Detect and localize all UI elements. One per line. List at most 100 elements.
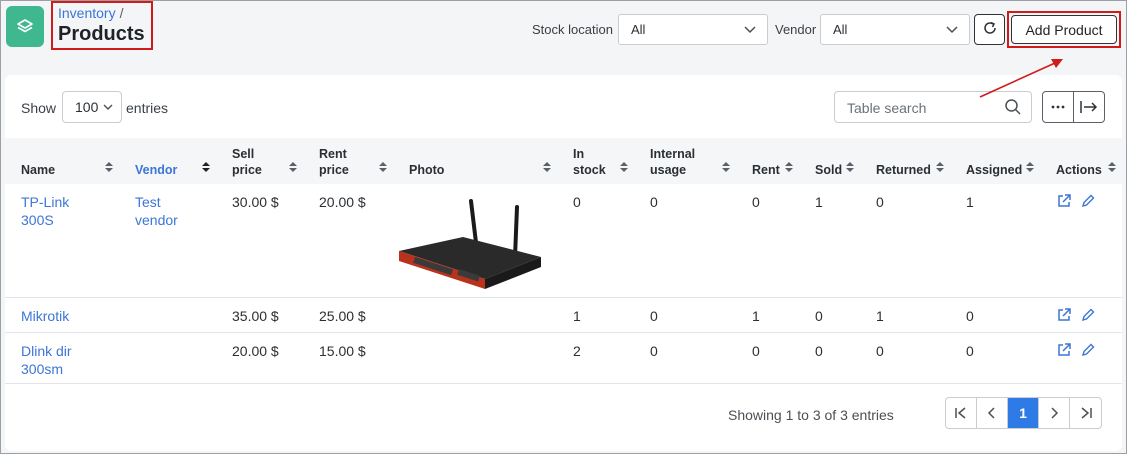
sold-count: 1 — [799, 184, 860, 298]
product-photo — [393, 332, 557, 384]
search-icon[interactable] — [1004, 98, 1022, 119]
col-internal-usage[interactable]: Internal usage — [634, 138, 736, 184]
add-product-button[interactable]: Add Product — [1011, 15, 1117, 44]
show-label: Show — [21, 100, 57, 116]
chevron-down-icon — [743, 22, 757, 39]
stock-location-value: All — [631, 22, 646, 37]
products-table: Name Vendor Sell price Rent price Photo … — [5, 138, 1122, 384]
vendor-cell — [119, 297, 216, 333]
assigned-count: 0 — [950, 332, 1040, 384]
sort-icon — [1026, 160, 1034, 176]
table-search-input[interactable]: Table search — [834, 91, 1032, 123]
sell-price: 20.00 $ — [216, 332, 303, 384]
returned-count: 0 — [860, 184, 950, 298]
stock-location-select[interactable]: All — [618, 14, 768, 45]
col-vendor[interactable]: Vendor — [119, 138, 216, 184]
more-icon[interactable] — [1043, 92, 1073, 122]
chevron-down-icon — [945, 22, 959, 39]
col-rent-price[interactable]: Rent price — [303, 138, 393, 184]
router-photo — [399, 199, 541, 289]
in-stock: 2 — [557, 332, 634, 384]
edit-icon[interactable] — [1080, 193, 1096, 213]
sort-icon — [620, 160, 628, 176]
vendor-value: All — [833, 22, 848, 37]
returned-count: 1 — [860, 297, 950, 333]
vendor-cell — [119, 332, 216, 384]
edit-icon[interactable] — [1080, 307, 1096, 327]
edit-icon[interactable] — [1080, 342, 1096, 362]
rent-count: 0 — [736, 184, 799, 298]
refresh-button[interactable] — [974, 14, 1005, 45]
products-card: Show 100 entries Table search Name Vendo… — [5, 75, 1122, 451]
in-stock: 0 — [557, 184, 634, 298]
sort-icon — [379, 160, 387, 176]
col-in-stock[interactable]: In stock — [557, 138, 634, 184]
col-actions: Actions — [1040, 138, 1122, 184]
in-stock: 1 — [557, 297, 634, 333]
sold-count: 0 — [799, 297, 860, 333]
col-assigned[interactable]: Assigned — [950, 138, 1040, 184]
col-returned[interactable]: Returned — [860, 138, 950, 184]
prev-page-icon[interactable] — [977, 398, 1008, 428]
table-row: TP-Link 300S Test vendor 30.00 $ 20.00 $ — [5, 184, 1122, 298]
stock-location-label: Stock location — [532, 22, 613, 37]
app-frame: Inventory / Products Stock location All … — [0, 0, 1127, 454]
rent-price: 15.00 $ — [303, 332, 393, 384]
export-icon[interactable] — [1073, 92, 1104, 122]
sell-price: 30.00 $ — [216, 184, 303, 298]
col-rent[interactable]: Rent — [736, 138, 799, 184]
vendor-label: Vendor — [775, 22, 817, 37]
sold-count: 0 — [799, 332, 860, 384]
rent-count: 1 — [736, 297, 799, 333]
table-row: Mikrotik 35.00 $ 25.00 $ 1 0 1 0 1 0 — [5, 297, 1122, 333]
first-page-icon[interactable] — [946, 398, 977, 428]
product-photo — [393, 184, 557, 298]
table-header-row: Name Vendor Sell price Rent price Photo … — [5, 138, 1122, 184]
entries-select[interactable]: 100 — [62, 91, 122, 123]
last-page-icon[interactable] — [1070, 398, 1101, 428]
add-product-highlight: Add Product — [1007, 11, 1121, 48]
returned-count: 0 — [860, 332, 950, 384]
sort-icon — [1108, 160, 1116, 176]
internal-usage: 0 — [634, 332, 736, 384]
layers-icon[interactable] — [6, 6, 44, 47]
entries-label: entries — [126, 100, 169, 116]
sort-icon — [289, 160, 297, 176]
page-button-current[interactable]: 1 — [1008, 398, 1039, 428]
product-name-link[interactable]: Dlink dir 300sm — [21, 342, 91, 378]
product-name-link[interactable]: TP-Link 300S — [21, 193, 81, 229]
product-photo — [393, 297, 557, 333]
table-tools — [1042, 91, 1105, 123]
open-icon[interactable] — [1056, 193, 1072, 213]
product-name-link[interactable]: Mikrotik — [21, 308, 69, 324]
internal-usage: 0 — [634, 297, 736, 333]
search-placeholder: Table search — [847, 100, 927, 116]
sort-icon — [936, 160, 944, 176]
sort-icon — [846, 160, 854, 176]
rent-count: 0 — [736, 332, 799, 384]
chevron-down-icon — [102, 100, 114, 116]
breadcrumb-inventory[interactable]: Inventory — [58, 5, 116, 21]
sort-icon — [543, 160, 551, 176]
sell-price: 35.00 $ — [216, 297, 303, 333]
rent-price: 20.00 $ — [303, 184, 393, 298]
vendor-select[interactable]: All — [820, 14, 970, 45]
breadcrumb-separator: / — [119, 5, 124, 21]
assigned-count: 0 — [950, 297, 1040, 333]
sort-icon — [785, 160, 793, 176]
vendor-link[interactable]: Test vendor — [135, 193, 185, 229]
open-icon[interactable] — [1056, 307, 1072, 327]
sort-icon — [202, 160, 210, 176]
col-photo[interactable]: Photo — [393, 138, 557, 184]
pagination-info: Showing 1 to 3 of 3 entries — [728, 407, 894, 423]
open-icon[interactable] — [1056, 342, 1072, 362]
pagination: 1 — [945, 397, 1102, 429]
col-sell-price[interactable]: Sell price — [216, 138, 303, 184]
title-highlight: Inventory / Products — [51, 1, 153, 50]
col-name[interactable]: Name — [5, 138, 119, 184]
breadcrumb: Inventory / — [58, 5, 151, 21]
assigned-count: 1 — [950, 184, 1040, 298]
col-sold[interactable]: Sold — [799, 138, 860, 184]
next-page-icon[interactable] — [1039, 398, 1070, 428]
entries-value: 100 — [75, 99, 99, 115]
